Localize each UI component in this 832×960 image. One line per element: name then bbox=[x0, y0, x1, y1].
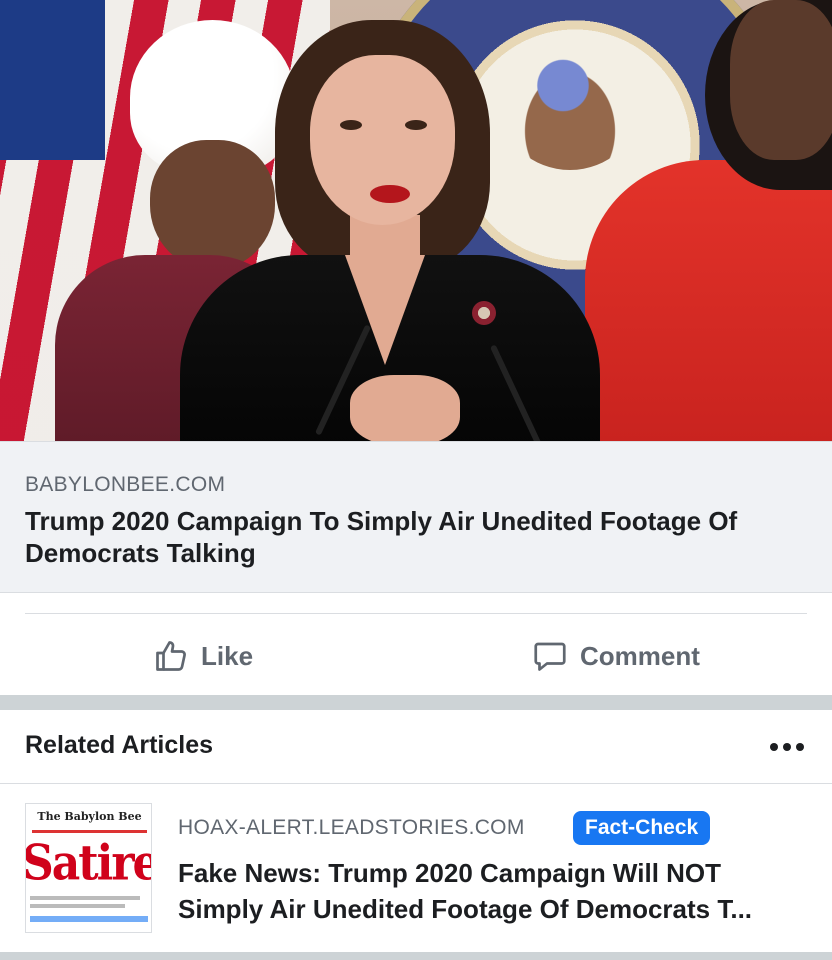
comment-label: Comment bbox=[580, 640, 700, 671]
comment-button[interactable]: Comment bbox=[532, 634, 700, 678]
like-label: Like bbox=[201, 640, 254, 671]
related-divider bbox=[0, 783, 832, 784]
related-article-title[interactable]: Fake News: Trump 2020 Campaign Will NOT … bbox=[178, 855, 818, 927]
like-button[interactable]: Like bbox=[153, 634, 253, 678]
post-image[interactable] bbox=[0, 0, 832, 441]
person-right bbox=[585, 0, 832, 441]
more-options-icon[interactable] bbox=[770, 743, 806, 757]
related-articles-header: Related Articles bbox=[25, 731, 214, 759]
thumbnail-brand: The Babylon Bee bbox=[37, 810, 142, 823]
link-preview[interactable]: BABYLONBEE.COM Trump 2020 Campaign To Si… bbox=[0, 441, 832, 593]
related-article-domain: HOAX-ALERT.LEADSTORIES.COM bbox=[178, 816, 525, 839]
thumbnail-satire-word: Satire bbox=[25, 835, 152, 892]
related-article-title-line2: Simply Air Unedited Footage Of Democrats… bbox=[178, 894, 753, 924]
bottom-separator bbox=[0, 952, 832, 960]
thumbs-up-icon bbox=[153, 638, 189, 674]
related-article-title-line1: Fake News: Trump 2020 Campaign Will NOT bbox=[178, 858, 722, 888]
action-divider bbox=[25, 613, 807, 614]
fact-check-badge[interactable]: Fact-Check bbox=[573, 811, 711, 845]
person-center bbox=[180, 20, 600, 441]
section-separator bbox=[0, 695, 832, 710]
link-title[interactable]: Trump 2020 Campaign To Simply Air Unedit… bbox=[25, 505, 815, 569]
related-article-thumbnail[interactable]: The Babylon Bee Satire bbox=[25, 803, 152, 933]
link-domain: BABYLONBEE.COM bbox=[25, 473, 226, 496]
comment-bubble-icon bbox=[532, 638, 568, 674]
